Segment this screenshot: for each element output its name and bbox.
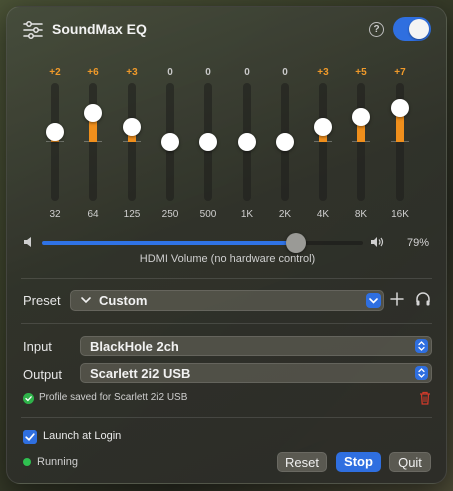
saved-message: Profile saved for Scarlett 2i2 USB	[39, 392, 188, 403]
band-slider-thumb[interactable]	[46, 123, 64, 142]
volume-row: 79%	[7, 231, 448, 255]
band-gain-label: 0	[244, 67, 250, 78]
chevron-updown-icon	[418, 341, 425, 351]
band-gain-label: +3	[126, 67, 138, 78]
help-icon[interactable]: ?	[369, 22, 384, 37]
launch-at-login-checkbox[interactable]	[23, 430, 37, 444]
band-gain-label: 0	[282, 67, 288, 78]
band-slider-thumb[interactable]	[276, 133, 294, 151]
band-slider-track[interactable]	[319, 83, 327, 201]
band-slider-track[interactable]	[128, 83, 136, 201]
input-label: Input	[23, 339, 52, 354]
band-frequency-label: 8K	[354, 209, 368, 220]
band-gain-label: 0	[167, 67, 173, 78]
band-slider-track[interactable]	[89, 83, 97, 201]
header: SoundMax EQ ?	[7, 7, 448, 51]
trash-icon[interactable]	[419, 391, 431, 405]
preset-value: Custom	[99, 293, 148, 308]
eq-band-2K: 0 2K	[266, 61, 304, 221]
enable-toggle[interactable]	[393, 17, 431, 41]
band-slider-thumb[interactable]	[84, 103, 102, 122]
eq-band-64: +6 64	[74, 61, 112, 221]
band-frequency-label: 125	[123, 209, 141, 220]
band-frequency-label: 32	[49, 209, 61, 220]
checkmark-circle-icon	[23, 393, 34, 404]
sliders-icon	[23, 21, 43, 39]
band-slider-track[interactable]	[51, 83, 59, 201]
volume-slider[interactable]	[42, 233, 363, 253]
chevron-updown-icon	[418, 368, 425, 378]
band-gain-label: +6	[87, 67, 99, 78]
status-indicator	[23, 458, 31, 466]
chevron-down-icon	[369, 298, 378, 304]
band-slider-thumb[interactable]	[314, 118, 332, 137]
volume-thumb[interactable]	[285, 233, 306, 253]
input-select[interactable]: BlackHole 2ch	[80, 336, 432, 356]
eq-panel: SoundMax EQ ? +2 32 +6 64 +3 125 0 250 0 500 0 1K 0 2…	[6, 6, 447, 484]
toggle-knob	[409, 19, 429, 39]
eq-band-125: +3 125	[113, 61, 151, 221]
band-slider-track[interactable]	[357, 83, 365, 201]
divider	[21, 323, 432, 324]
quit-button[interactable]: Quit	[389, 452, 431, 472]
eq-band-500: 0 500	[189, 61, 227, 221]
divider	[21, 278, 432, 279]
band-slider-thumb[interactable]	[238, 133, 256, 151]
volume-percent: 79%	[407, 237, 430, 249]
output-select[interactable]: Scarlett 2i2 USB	[80, 363, 432, 383]
band-frequency-label: 250	[161, 209, 179, 220]
band-gain-label: +3	[317, 67, 329, 78]
band-gain-label: 0	[205, 67, 211, 78]
band-slider-thumb[interactable]	[391, 98, 409, 117]
speaker-low-icon	[24, 237, 31, 247]
band-slider-thumb[interactable]	[352, 108, 370, 127]
band-frequency-label: 500	[199, 209, 217, 220]
band-frequency-label: 2K	[278, 209, 292, 220]
eq-band-1K: 0 1K	[228, 61, 266, 221]
eq-band-8K: +5 8K	[342, 61, 380, 221]
eq-band-250: 0 250	[151, 61, 189, 221]
launch-at-login-label: Launch at Login	[43, 430, 122, 442]
preset-dropdown-button[interactable]	[366, 293, 381, 308]
input-stepper-button[interactable]	[415, 339, 428, 353]
band-gain-label: +2	[49, 67, 61, 78]
output-value: Scarlett 2i2 USB	[90, 366, 191, 381]
band-frequency-label: 64	[87, 209, 99, 220]
preset-label: Preset	[23, 293, 61, 308]
volume-fill	[42, 241, 296, 245]
preset-select[interactable]: Custom	[70, 290, 384, 311]
headphones-icon[interactable]	[415, 291, 431, 307]
band-slider-thumb[interactable]	[161, 133, 179, 151]
output-label: Output	[23, 367, 63, 382]
add-preset-icon[interactable]	[390, 292, 404, 306]
output-stepper-button[interactable]	[415, 366, 428, 380]
divider	[21, 417, 432, 418]
band-frequency-label: 4K	[316, 209, 330, 220]
band-slider-thumb[interactable]	[199, 133, 217, 151]
status-text: Running	[37, 456, 78, 468]
app-title: SoundMax EQ	[52, 21, 147, 37]
input-value: BlackHole 2ch	[90, 339, 179, 354]
chevron-down-icon	[81, 297, 91, 304]
reset-button[interactable]: Reset	[277, 452, 327, 472]
band-frequency-label: 1K	[240, 209, 254, 220]
band-frequency-label: 16K	[391, 209, 409, 220]
saved-status-row: Profile saved for Scarlett 2i2 USB	[23, 391, 433, 407]
stop-button[interactable]: Stop	[336, 452, 381, 472]
band-gain-label: +5	[355, 67, 367, 78]
band-slider-thumb[interactable]	[123, 118, 141, 137]
speaker-high-icon	[371, 237, 384, 247]
band-gain-label: +7	[394, 67, 406, 78]
volume-caption: HDMI Volume (no hardware control)	[139, 253, 316, 265]
eq-band-4K: +3 4K	[304, 61, 342, 221]
equalizer: +2 32 +6 64 +3 125 0 250 0 500 0 1K 0 2K +3 4K +5 8K +7 16K	[7, 61, 448, 221]
eq-band-16K: +7 16K	[381, 61, 419, 221]
eq-band-32: +2 32	[36, 61, 74, 221]
